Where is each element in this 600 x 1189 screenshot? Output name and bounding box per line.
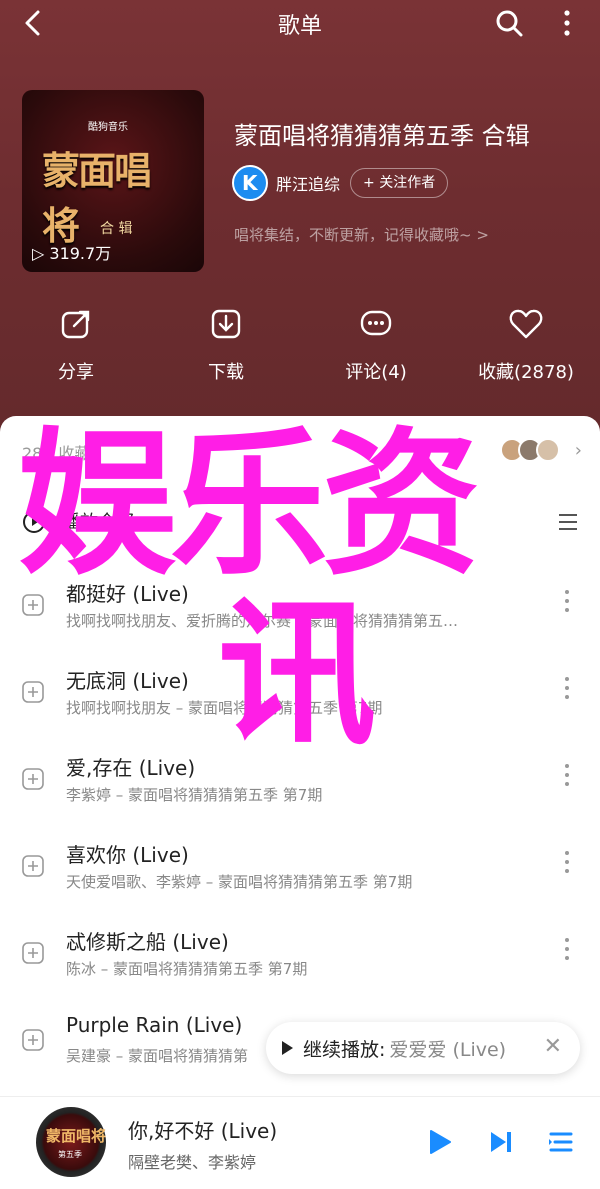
song-row[interactable]: 无底洞 (Live) 找啊找啊找朋友 – 蒙面唱将猜猜猜第五季 第7期	[0, 659, 600, 739]
author-row: K 胖汪追综 + 关注作者	[232, 165, 449, 201]
play-icon[interactable]	[424, 1127, 454, 1157]
song-title: 无底洞 (Live)	[66, 669, 189, 693]
song-row[interactable]: 爱,存在 (Live) 李紫婷 – 蒙面唱将猜猜猜第五季 第7期	[0, 746, 600, 826]
play-count-value: 319.7万	[49, 244, 112, 263]
album-cover[interactable]: 酷狗音乐 蒙面唱将 合 辑 ▷ 319.7万	[22, 90, 204, 272]
song-title: Purple Rain (Live)	[66, 1013, 243, 1037]
more-vertical-icon[interactable]	[562, 936, 572, 962]
now-playing-artist: 隔壁老樊、李紫婷	[128, 1153, 257, 1172]
play-icon	[282, 1041, 293, 1055]
now-playing-disc[interactable]: 蒙面唱将 第五季	[36, 1107, 106, 1177]
disc-logo: 蒙面唱将	[46, 1127, 107, 1145]
kugou-logo-icon: K	[242, 171, 258, 195]
playlist-queue-icon[interactable]	[546, 1127, 576, 1157]
now-playing-title: 你,好不好 (Live)	[128, 1119, 278, 1143]
collector-avatars[interactable]	[500, 438, 560, 462]
mini-player[interactable]: 蒙面唱将 第五季 你,好不好 (Live) 隔壁老樊、李紫婷	[0, 1096, 600, 1189]
comment-icon	[360, 310, 392, 336]
action-bar: 分享 下载 评论(4) 收藏(2878)	[0, 306, 600, 386]
share-label: 分享	[58, 362, 94, 383]
add-icon[interactable]	[22, 1029, 44, 1051]
more-vertical-icon[interactable]	[552, 8, 582, 38]
download-icon	[211, 309, 241, 339]
share-icon	[61, 310, 90, 339]
collect-label: 收藏(2878)	[478, 362, 574, 383]
disc-subtitle: 第五季	[58, 1150, 82, 1159]
more-vertical-icon[interactable]	[562, 588, 572, 614]
top-bar: 歌单	[0, 0, 600, 48]
search-icon[interactable]	[494, 8, 524, 38]
song-meta: 李紫婷 – 蒙面唱将猜猜猜第五季 第7期	[66, 786, 323, 804]
resume-playback-toast[interactable]: 继续播放: 爱爱爱 (Live) ✕	[266, 1022, 580, 1074]
song-meta: 找啊找啊找朋友 – 蒙面唱将猜猜猜第五季 第7期	[66, 699, 383, 717]
cover-subtitle: 合 辑	[100, 221, 133, 237]
multi-select-icon[interactable]	[556, 510, 580, 534]
song-row[interactable]: 忒修斯之船 (Live) 陈冰 – 蒙面唱将猜猜猜第五季 第7期	[0, 920, 600, 1000]
song-title: 爱,存在 (Live)	[66, 756, 196, 780]
cover-badge: 酷狗音乐	[88, 122, 128, 133]
album-description[interactable]: 唱将集结，不断更新，记得收藏哦~ >	[234, 224, 489, 245]
add-icon[interactable]	[22, 768, 44, 790]
add-icon[interactable]	[22, 594, 44, 616]
song-title: 喜欢你 (Live)	[66, 843, 189, 867]
song-list-panel: 28人收藏 › 播放全部 都挺好 (Live) 找啊找啊找朋友、爱折腾的凡尔赛 …	[0, 416, 600, 1096]
author-avatar[interactable]: K	[232, 165, 268, 201]
share-button[interactable]: 分享	[6, 306, 146, 384]
song-meta: 找啊找啊找朋友、爱折腾的凡尔赛 – 蒙面唱将猜猜猜第五…	[66, 612, 459, 630]
play-all-button[interactable]: 播放全部	[62, 508, 134, 534]
collect-button[interactable]: 收藏(2878)	[456, 306, 596, 384]
album-title: 蒙面唱将猜猜猜第五季 合辑	[234, 122, 530, 150]
next-track-icon[interactable]	[486, 1127, 516, 1157]
chevron-right-icon[interactable]: ›	[575, 440, 582, 461]
more-vertical-icon[interactable]	[562, 762, 572, 788]
more-vertical-icon[interactable]	[562, 675, 572, 701]
song-meta: 陈冰 – 蒙面唱将猜猜猜第五季 第7期	[66, 960, 308, 978]
add-icon[interactable]	[22, 681, 44, 703]
close-icon[interactable]: ✕	[544, 1034, 562, 1059]
song-title: 忒修斯之船 (Live)	[66, 930, 229, 954]
song-row[interactable]: 都挺好 (Live) 找啊找啊找朋友、爱折腾的凡尔赛 – 蒙面唱将猜猜猜第五…	[0, 572, 600, 652]
song-title: 都挺好 (Live)	[66, 582, 189, 606]
comment-label: 评论(4)	[345, 362, 407, 383]
play-all-icon[interactable]	[22, 510, 46, 534]
heart-icon	[509, 309, 543, 339]
add-icon[interactable]	[22, 942, 44, 964]
song-meta: 天使爱唱歌、李紫婷 – 蒙面唱将猜猜猜第五季 第7期	[66, 873, 413, 891]
download-button[interactable]: 下载	[156, 306, 296, 384]
author-name[interactable]: 胖汪追综	[276, 171, 340, 195]
more-vertical-icon[interactable]	[562, 849, 572, 875]
follow-author-button[interactable]: + 关注作者	[350, 168, 449, 198]
toast-prefix: 继续播放:	[303, 1038, 386, 1061]
toast-song: 爱爱爱 (Live)	[389, 1038, 507, 1061]
song-meta: 吴建豪 – 蒙面唱将猜猜猜第	[66, 1047, 249, 1065]
avatar	[536, 438, 560, 462]
download-label: 下载	[208, 362, 244, 383]
comment-button[interactable]: 评论(4)	[306, 306, 446, 384]
cover-logo: 蒙面唱将	[42, 149, 152, 248]
collectors-text[interactable]: 28人收藏	[22, 440, 90, 464]
add-icon[interactable]	[22, 855, 44, 877]
song-row[interactable]: 喜欢你 (Live) 天使爱唱歌、李紫婷 – 蒙面唱将猜猜猜第五季 第7期	[0, 833, 600, 913]
play-count: ▷ 319.7万	[32, 244, 112, 263]
